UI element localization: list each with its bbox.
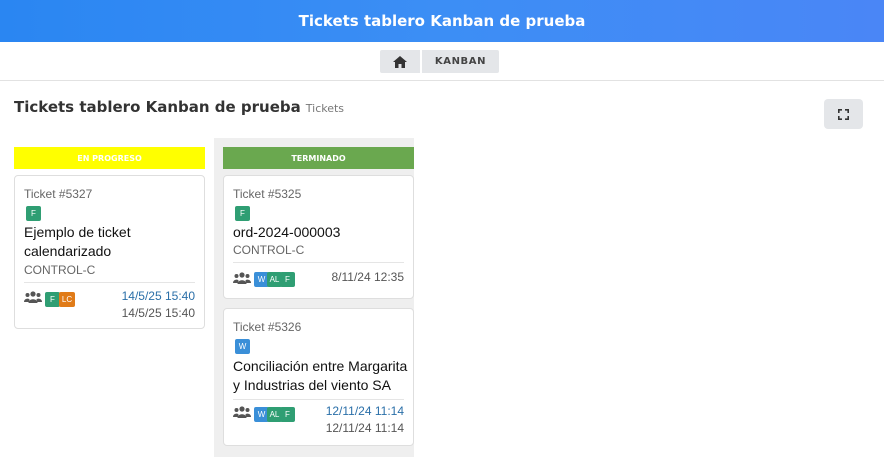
fullscreen-button[interactable] bbox=[824, 99, 863, 129]
ticket-date-secondary: 14/5/25 15:40 bbox=[121, 306, 195, 320]
assignee-avatar[interactable]: F bbox=[280, 272, 295, 287]
assignee-avatar[interactable]: F bbox=[45, 292, 60, 307]
page-title: Tickets tablero Kanban de prueba bbox=[14, 98, 301, 116]
ticket-number: Ticket #5327 bbox=[24, 187, 93, 201]
home-icon bbox=[393, 55, 407, 68]
ticket-title-line: Ejemplo de ticket bbox=[24, 224, 131, 240]
ticket-client: CONTROL-C bbox=[233, 243, 305, 257]
assignee-avatar[interactable]: F bbox=[280, 407, 295, 422]
ticket-tag: F bbox=[235, 206, 250, 221]
breadcrumb-home[interactable] bbox=[380, 50, 420, 73]
ticket-title-line: Conciliación entre Margarita bbox=[233, 358, 408, 374]
ticket-number: Ticket #5325 bbox=[233, 187, 302, 201]
ticket-card[interactable]: Ticket #5325 F ord-2024-000003 CONTROL-C… bbox=[223, 175, 414, 299]
users-icon bbox=[24, 291, 42, 303]
page-heading: Tickets tablero Kanban de prueba Tickets bbox=[14, 98, 344, 116]
ticket-card[interactable]: Ticket #5326 W Conciliación entre Margar… bbox=[223, 308, 414, 446]
app-title: Tickets tablero Kanban de prueba bbox=[298, 12, 586, 30]
ticket-title-line: calendarizado bbox=[24, 243, 112, 259]
card-divider bbox=[24, 282, 195, 283]
ticket-title-line: ord-2024-000003 bbox=[233, 224, 341, 240]
page-subtitle: Tickets bbox=[305, 102, 345, 115]
ticket-tag: F bbox=[26, 206, 41, 221]
users-icon bbox=[233, 272, 251, 284]
ticket-date-primary: 8/11/24 12:35 bbox=[331, 270, 404, 284]
column-header-en-progreso[interactable]: EN PROGRESO bbox=[14, 147, 205, 169]
breadcrumb: KANBAN bbox=[380, 50, 499, 73]
breadcrumb-kanban[interactable]: KANBAN bbox=[422, 50, 499, 73]
ticket-date-primary: 14/5/25 15:40 bbox=[121, 289, 195, 303]
ticket-title-line: y Industrias del viento SA bbox=[233, 377, 391, 393]
ticket-date-primary: 12/11/24 11:14 bbox=[325, 404, 404, 418]
card-divider bbox=[233, 399, 404, 400]
ticket-card[interactable]: Ticket #5327 F Ejemplo de ticket calenda… bbox=[14, 175, 205, 329]
ticket-tag: W bbox=[235, 339, 250, 354]
card-divider bbox=[233, 262, 404, 263]
ticket-number: Ticket #5326 bbox=[233, 320, 302, 334]
assignee-avatar[interactable]: LC bbox=[59, 292, 75, 307]
ticket-date-secondary: 12/11/24 11:14 bbox=[325, 421, 404, 435]
breadcrumb-bar: KANBAN bbox=[0, 42, 884, 81]
column-header-terminado[interactable]: TERMINADO bbox=[223, 147, 414, 169]
app-header: Tickets tablero Kanban de prueba bbox=[0, 0, 884, 42]
ticket-client: CONTROL-C bbox=[24, 263, 96, 277]
users-icon bbox=[233, 406, 251, 418]
expand-icon bbox=[838, 108, 849, 120]
